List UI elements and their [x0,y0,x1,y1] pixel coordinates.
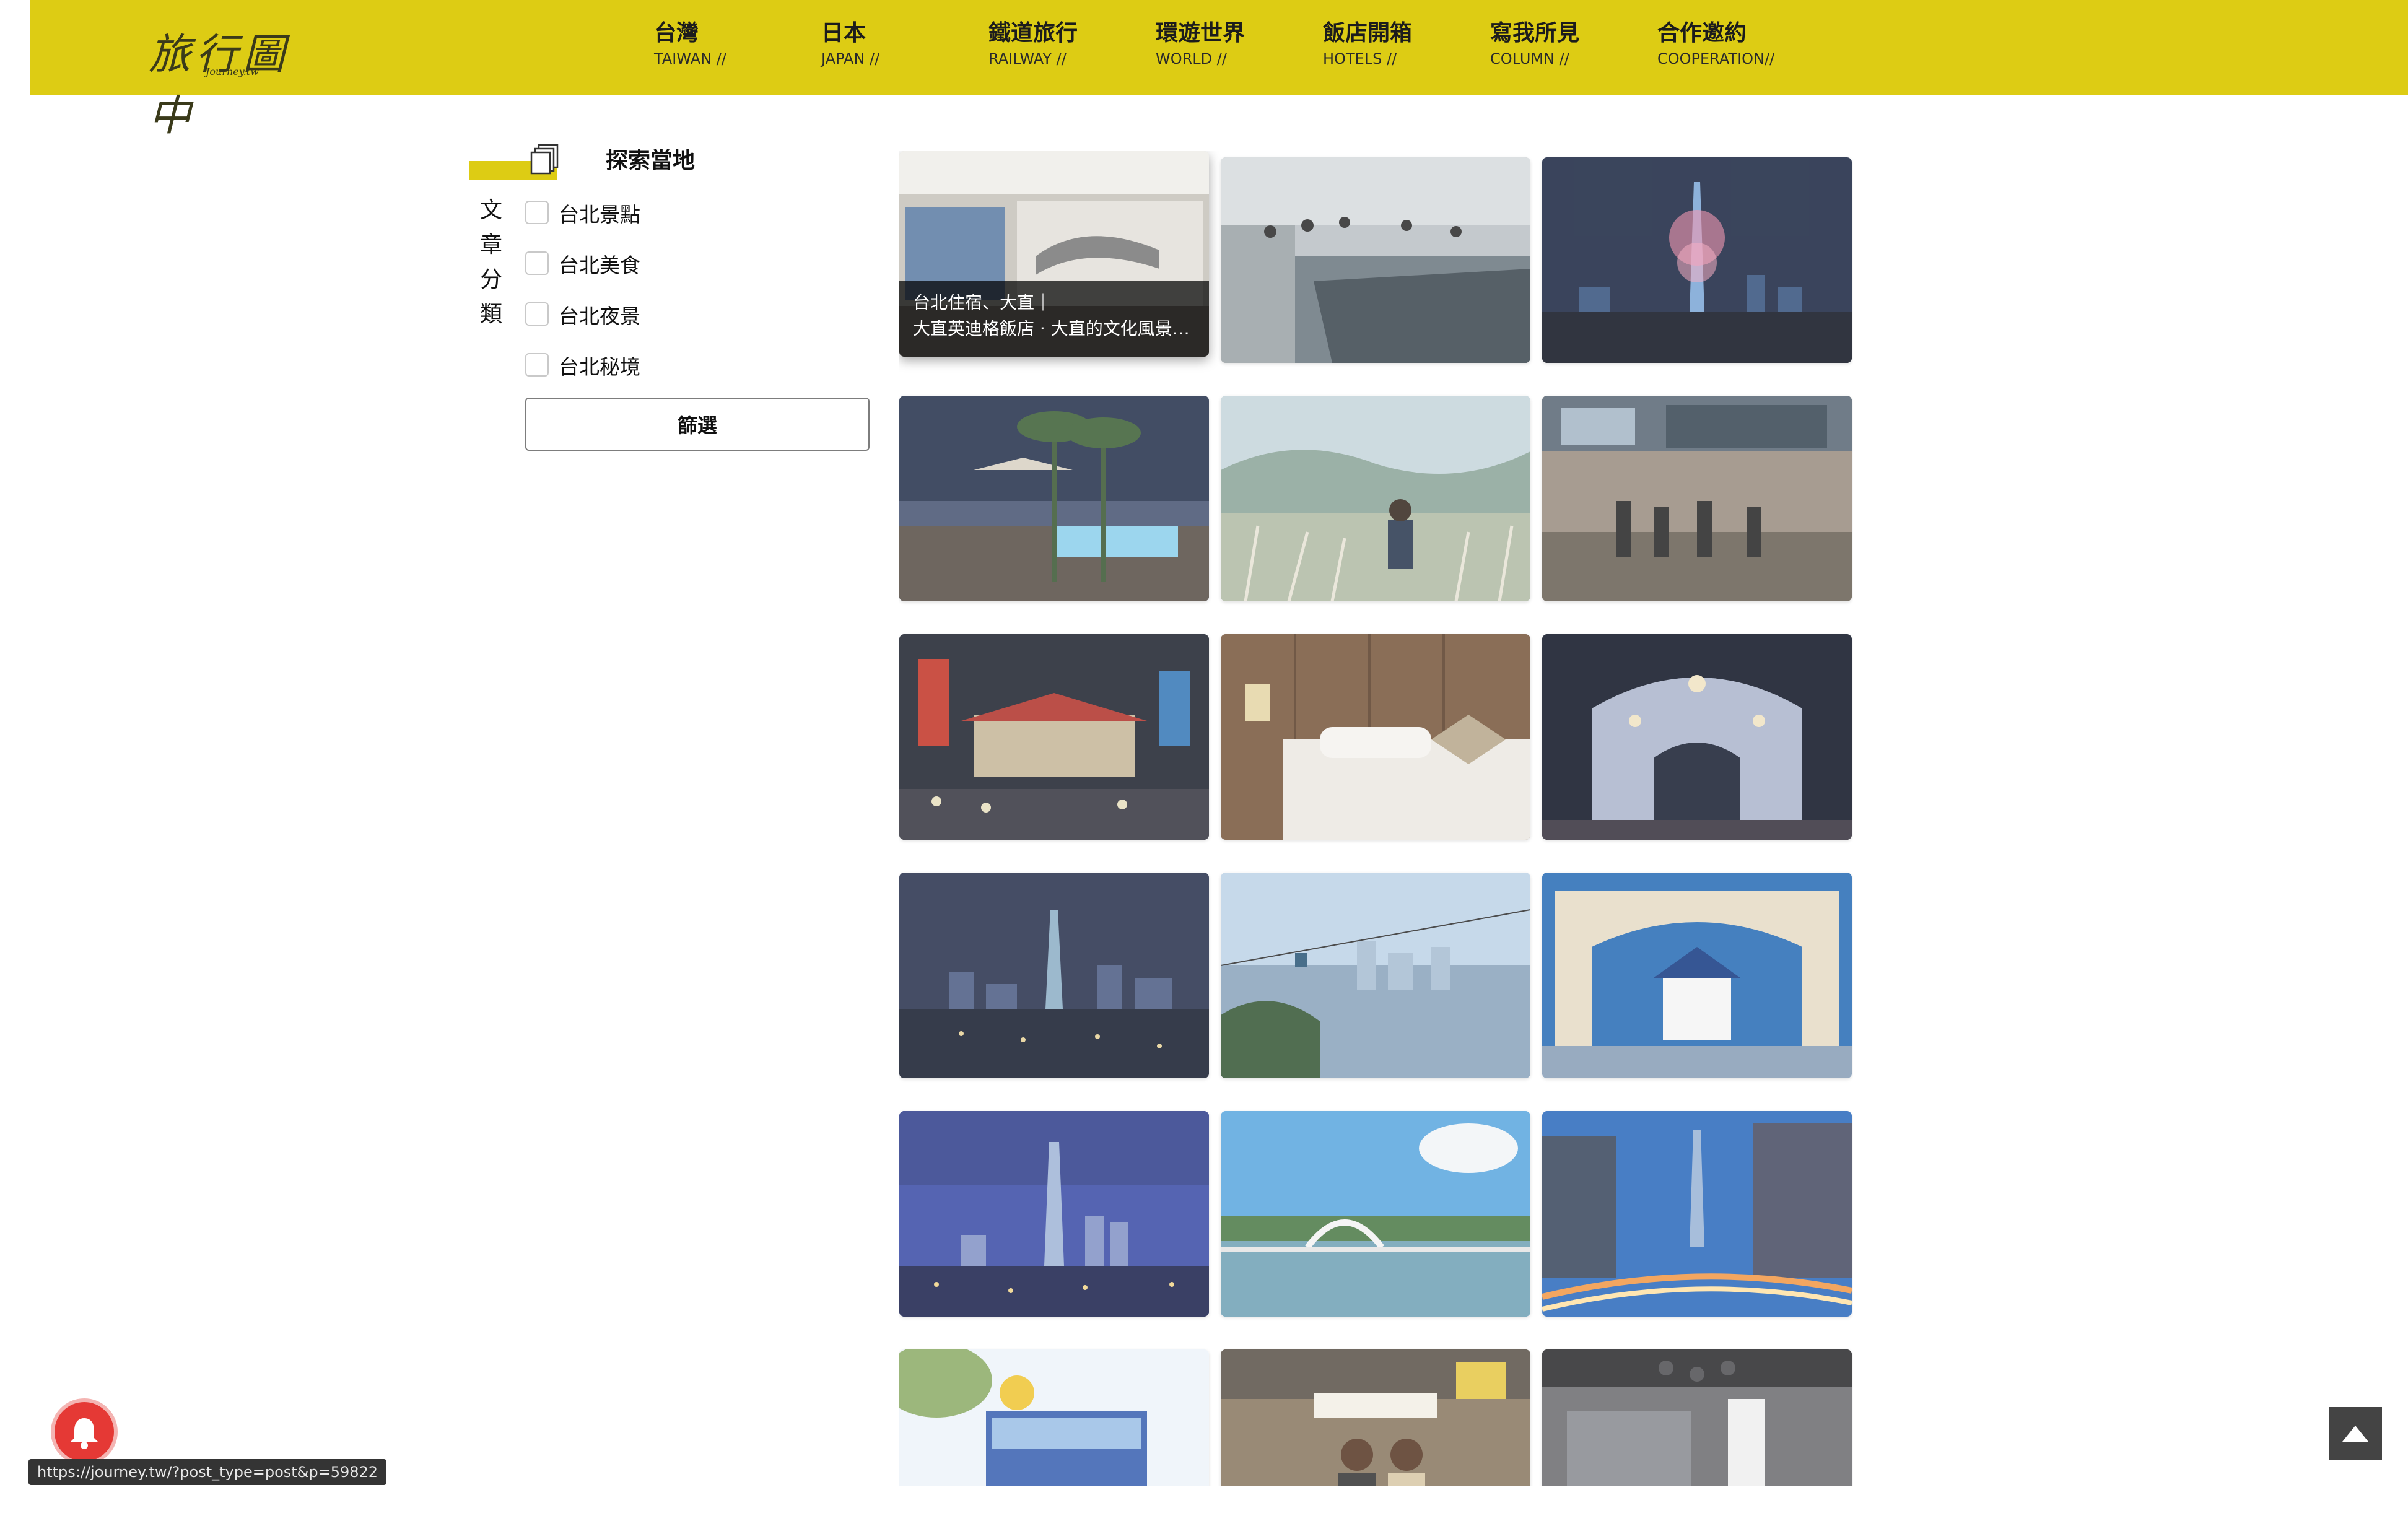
checkbox-label: 台北秘境 [559,355,640,379]
back-to-top-icon [2342,1426,2368,1442]
image-wash [899,1111,1209,1317]
article-card[interactable] [899,1111,1209,1317]
card-caption-line: 台北住宿、大直｜ [913,292,1052,313]
nav-item-hotels[interactable]: 飯店開箱 HOTELS // [1323,19,1412,68]
nav-label-cn: 飯店開箱 [1323,20,1413,46]
article-card[interactable] [1542,634,1852,840]
category-label-char: 章 [479,232,502,258]
card-caption-line: 大直英迪格飯店 · 大直的文化風景… [913,318,1190,339]
logo-sub-text: Journey.tw [206,66,259,77]
category-label-char: 文 [479,198,502,223]
checkbox-label: 台北夜景 [559,304,640,328]
image-wash [1221,157,1530,363]
image-wash [1221,396,1530,601]
nav-item-cooperation[interactable]: 合作邀約 COOPERATION// [1657,19,1774,68]
stacked-pages-icon [530,144,559,175]
nav-item-japan[interactable]: 日本 JAPAN // [821,19,879,68]
image-wash [899,634,1209,840]
nav-label-cn: 合作邀約 [1657,20,1747,46]
category-label-char: 類 [479,302,502,327]
article-card[interactable] [1221,157,1530,363]
nav-label-en: JAPAN // [821,50,880,68]
article-card[interactable] [1221,634,1530,840]
nav-item-world[interactable]: 環遊世界 WORLD // [1156,19,1245,68]
nav-item-taiwan[interactable]: 台灣 TAIWAN // [654,19,726,68]
nav-item-railway[interactable]: 鐵道旅行 RAILWAY // [988,19,1078,68]
site-header: 旅行圖中 Journey.tw 台灣 TAIWAN // 日本 JAPAN //… [30,0,2408,141]
checkbox-label: 台北美食 [559,253,640,277]
image-wash [899,1349,1209,1486]
nav-label-cn: 寫我所見 [1490,20,1580,46]
article-card[interactable] [899,1349,1209,1486]
image-wash [1542,873,1852,1078]
checkbox[interactable] [525,201,549,224]
nav-label-en: TAIWAN // [654,50,726,68]
category-filter-panel: 探索當地 文 章 分 類 台北景點 台北美食 台北夜景 台北秘境 篩選 [469,136,878,471]
nav-label-en: COOPERATION// [1657,50,1775,68]
filter-submit-button[interactable]: 篩選 [525,398,870,451]
nav-label-cn: 日本 [821,20,866,46]
filter-title: 探索當地 [606,148,696,173]
back-to-top-button[interactable] [2329,1407,2382,1460]
image-wash [899,873,1209,1078]
article-card[interactable] [1221,873,1530,1078]
image-wash [1542,157,1852,363]
checkbox-label: 台北景點 [559,203,640,227]
article-card[interactable] [899,634,1209,840]
article-card[interactable] [899,873,1209,1078]
image-wash [1542,1349,1852,1486]
image-wash [1221,1349,1530,1486]
notification-bell-icon [71,1418,98,1449]
nav-item-column[interactable]: 寫我所見 COLUMN // [1490,19,1579,68]
article-card[interactable]: 台北住宿、大直｜ 大直英迪格飯店 · 大直的文化風景… [899,151,1209,357]
image-wash [1542,1111,1852,1317]
checkbox[interactable] [525,302,549,326]
nav-label-en: COLUMN // [1490,50,1569,68]
article-card[interactable] [899,396,1209,601]
image-wash [1221,1111,1530,1317]
article-card[interactable] [1542,1111,1852,1317]
card-caption: 台北住宿、大直｜ 大直英迪格飯店 · 大直的文化風景… [899,281,1209,357]
image-wash [1221,634,1530,840]
nav-label-cn: 台灣 [654,20,699,46]
nav-label-en: RAILWAY // [988,50,1067,68]
article-grid: 台北住宿、大直｜ 大直英迪格飯店 · 大直的文化風景… [899,151,1853,1486]
category-label-char: 分 [479,267,502,292]
article-card[interactable] [1221,396,1530,601]
checkbox[interactable] [525,251,549,275]
article-card[interactable] [1542,157,1852,363]
image-wash [899,396,1209,601]
article-card[interactable] [1221,1111,1530,1317]
image-wash [1221,873,1530,1078]
image-wash [1542,396,1852,601]
article-card[interactable] [1542,396,1852,601]
status-bar-url: https://journey.tw/?post_type=post&p=598… [28,1459,387,1485]
article-card[interactable] [1542,873,1852,1078]
nav-label-cn: 鐵道旅行 [988,20,1078,46]
nav-label-cn: 環遊世界 [1156,20,1245,46]
logo-main-text: 旅行圖中 [149,30,290,141]
article-card[interactable] [1542,1349,1852,1486]
site-logo[interactable]: 旅行圖中 Journey.tw [118,14,303,141]
article-card[interactable] [1221,1349,1530,1486]
notification-bell-button[interactable] [55,1402,114,1462]
nav-label-en: WORLD // [1156,50,1227,68]
image-wash [1542,634,1852,840]
checkbox[interactable] [525,353,549,377]
nav-label-en: HOTELS // [1323,50,1397,68]
category-label: 文 章 分 類 [476,193,507,332]
